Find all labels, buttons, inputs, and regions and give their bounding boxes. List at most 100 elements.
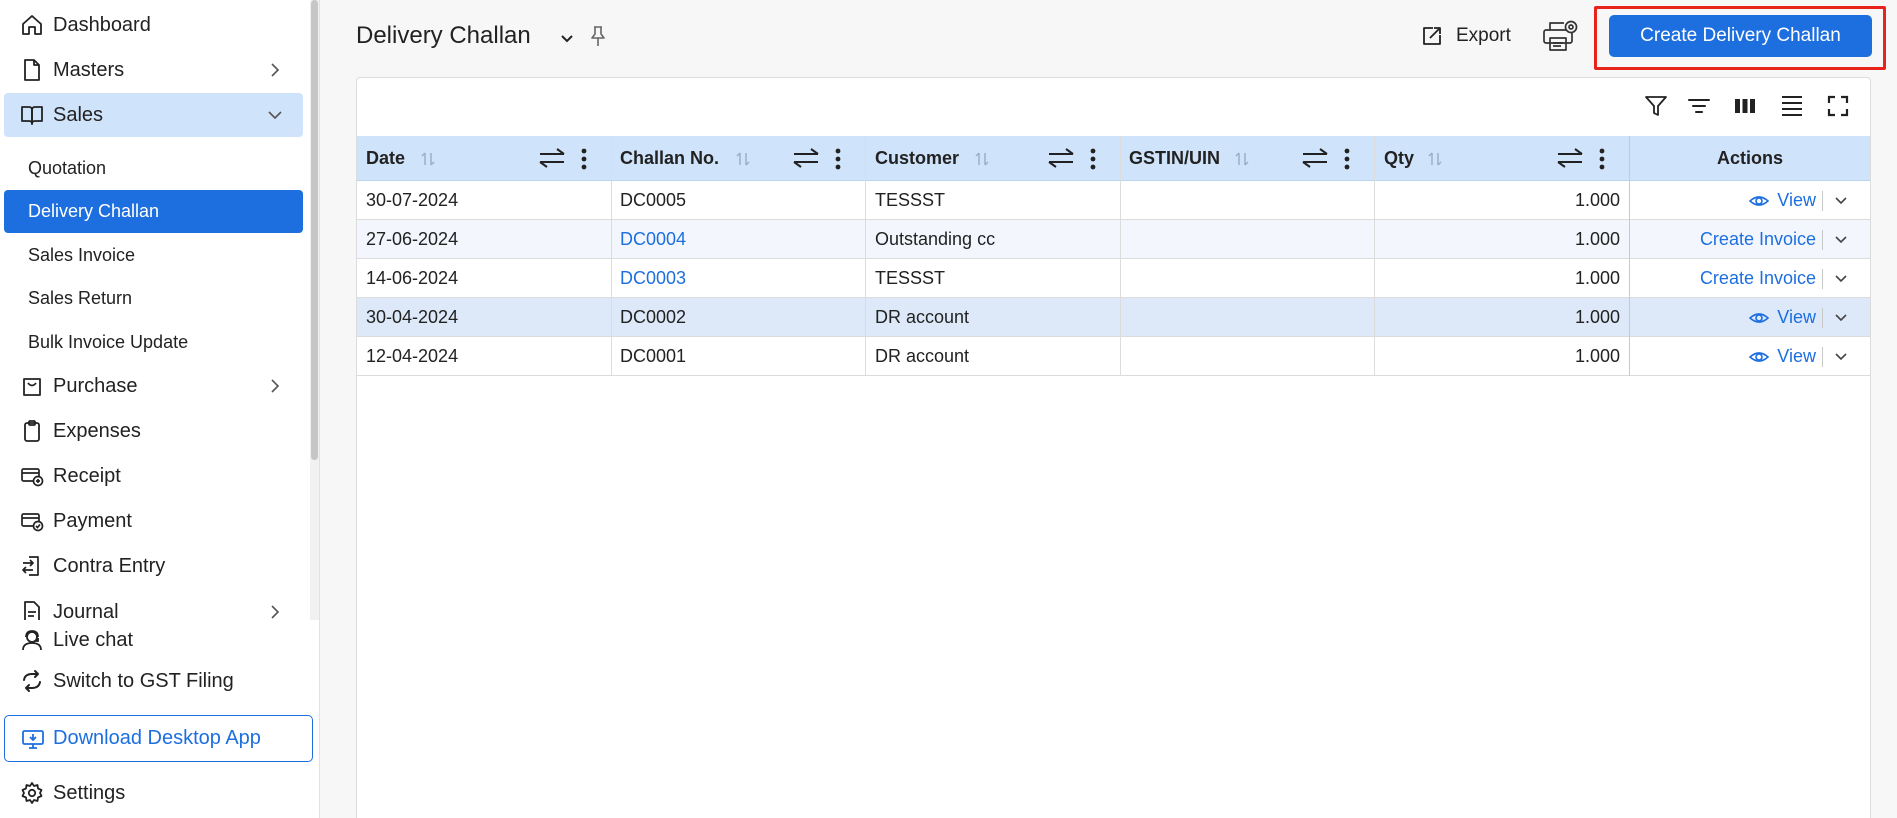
cell-date: 12-04-2024 (366, 346, 459, 366)
column-divider (1120, 136, 1121, 376)
create-invoice-action[interactable]: Create Invoice (1640, 259, 1816, 298)
create-invoice-action[interactable]: Create Invoice (1640, 220, 1816, 259)
sort-icon[interactable] (973, 150, 991, 168)
column-header-qty[interactable]: Qty (1384, 136, 1414, 181)
sidebar-item-payment[interactable]: Payment (4, 499, 303, 543)
sidebar-item-label: Masters (53, 58, 125, 81)
sort-lines-icon[interactable] (1686, 93, 1712, 119)
sidebar-item-receipt[interactable]: Receipt (4, 454, 303, 498)
chevron-down-icon[interactable] (1832, 191, 1850, 209)
cell-qty: 1.000 (1574, 346, 1620, 366)
sidebar-item-dashboard[interactable]: Dashboard (4, 3, 303, 47)
column-header-gstin-uin[interactable]: GSTIN/UIN (1129, 136, 1220, 181)
chevron-down-icon[interactable] (1832, 269, 1850, 287)
column-header-challan-no[interactable]: Challan No. (620, 136, 719, 181)
sidebar-subitem-quotation[interactable]: Quotation (4, 147, 303, 190)
sidebar-item-label: Payment (53, 509, 132, 532)
column-header-actions: Actions (1716, 148, 1783, 168)
clipboard-icon (24, 420, 40, 442)
live-chat-link[interactable]: Live chat (4, 620, 303, 660)
sidebar-subitem-delivery-challan[interactable]: Delivery Challan (4, 190, 303, 233)
kebab-menu-icon[interactable] (1343, 147, 1351, 171)
page-title: Delivery Challan (356, 22, 531, 49)
switch-gst-label: Switch to GST Filing (53, 669, 234, 692)
download-app-label: Download Desktop App (53, 727, 261, 749)
cell-date: 14-06-2024 (366, 268, 459, 288)
action-label: Create Invoice (1699, 229, 1816, 249)
kebab-menu-icon[interactable] (580, 147, 588, 171)
create-delivery-challan-button[interactable]: Create Delivery Challan (1609, 15, 1872, 57)
action-separator (1822, 308, 1823, 328)
sort-icon[interactable] (1426, 150, 1444, 168)
view-action[interactable]: View (1640, 298, 1816, 337)
sidebar-item-expenses[interactable]: Expenses (4, 409, 303, 453)
shopping-bag-icon (23, 378, 41, 396)
swap-arrows-icon[interactable] (792, 147, 820, 169)
sidebar-subitem-sales-return[interactable]: Sales Return (4, 277, 303, 320)
kebab-menu-icon[interactable] (1089, 147, 1097, 171)
sort-icon[interactable] (1233, 150, 1251, 168)
book-icon (21, 106, 43, 125)
sidebar-item-label: Purchase (53, 374, 138, 397)
sidebar-item-label: Contra Entry (53, 554, 166, 577)
pin-icon[interactable] (586, 24, 610, 48)
sidebar-item-label: Expenses (53, 419, 141, 442)
sort-icon[interactable] (734, 150, 752, 168)
cell-customer: DR account (875, 346, 970, 366)
contra-entry-icon (22, 556, 39, 576)
density-icon[interactable] (1779, 93, 1805, 119)
sort-icon[interactable] (419, 150, 437, 168)
live-chat-icon (22, 630, 42, 651)
view-action[interactable]: View (1640, 181, 1816, 220)
swap-arrows-icon[interactable] (1301, 147, 1329, 169)
export-button[interactable]: Export (1420, 20, 1511, 52)
action-separator (1822, 347, 1823, 367)
chevron-right-icon (271, 379, 280, 393)
cell-qty: 1.000 (1574, 307, 1620, 327)
home-icon (22, 15, 42, 35)
export-icon (1423, 27, 1441, 45)
kebab-menu-icon[interactable] (1598, 147, 1606, 171)
columns-icon[interactable] (1732, 93, 1758, 119)
export-label: Export (1456, 25, 1511, 46)
chevron-down-icon[interactable] (1832, 230, 1850, 248)
column-divider (1374, 136, 1375, 376)
column-header-customer[interactable]: Customer (875, 136, 959, 181)
cell-challan-no-link[interactable]: DC0003 (620, 259, 686, 298)
settings-link[interactable]: Settings (4, 773, 303, 813)
switch-gst-filing-link[interactable]: Switch to GST Filing (4, 661, 303, 701)
cell-qty: 1.000 (1574, 190, 1620, 210)
kebab-menu-icon[interactable] (834, 147, 842, 171)
sidebar-item-label: Receipt (53, 464, 121, 487)
sidebar-item-label: Sales (53, 103, 104, 126)
cell-challan-no-link[interactable]: DC0004 (620, 220, 686, 259)
sidebar-item-contra-entry[interactable]: Contra Entry (4, 544, 303, 588)
sidebar-subitem-bulk-invoice-update[interactable]: Bulk Invoice Update (4, 321, 303, 364)
sidebar-scrollbar-thumb[interactable] (311, 0, 318, 460)
payment-icon (21, 513, 44, 532)
chevron-down-icon[interactable] (1832, 308, 1850, 326)
sidebar-item-purchase[interactable]: Purchase (4, 364, 303, 408)
document-icon (24, 59, 40, 81)
filter-icon[interactable] (1643, 93, 1669, 119)
sidebar-nav: Dashboard Masters Sales Quotation Delive… (0, 0, 320, 620)
cell-date: 30-07-2024 (366, 190, 459, 210)
sidebar-item-sales[interactable]: Sales (4, 93, 303, 137)
eye-icon (1749, 351, 1770, 362)
swap-arrows-icon[interactable] (1556, 147, 1584, 169)
sidebar-item-journal[interactable]: Journal (4, 590, 303, 620)
fullscreen-icon[interactable] (1825, 93, 1851, 119)
chevron-down-icon[interactable] (1832, 347, 1850, 365)
switch-arrows-icon (23, 670, 41, 692)
view-action[interactable]: View (1640, 337, 1816, 376)
column-header-date[interactable]: Date (366, 136, 405, 181)
cell-customer: TESSST (875, 268, 946, 288)
cell-challan-no: DC0002 (620, 307, 687, 327)
download-desktop-app-button[interactable]: Download Desktop App (4, 715, 313, 762)
print-settings-icon[interactable] (1540, 18, 1580, 54)
swap-arrows-icon[interactable] (538, 147, 566, 169)
sidebar-item-masters[interactable]: Masters (4, 48, 303, 92)
chevron-down-icon[interactable] (557, 28, 577, 48)
swap-arrows-icon[interactable] (1047, 147, 1075, 169)
sidebar-subitem-sales-invoice[interactable]: Sales Invoice (4, 234, 303, 277)
